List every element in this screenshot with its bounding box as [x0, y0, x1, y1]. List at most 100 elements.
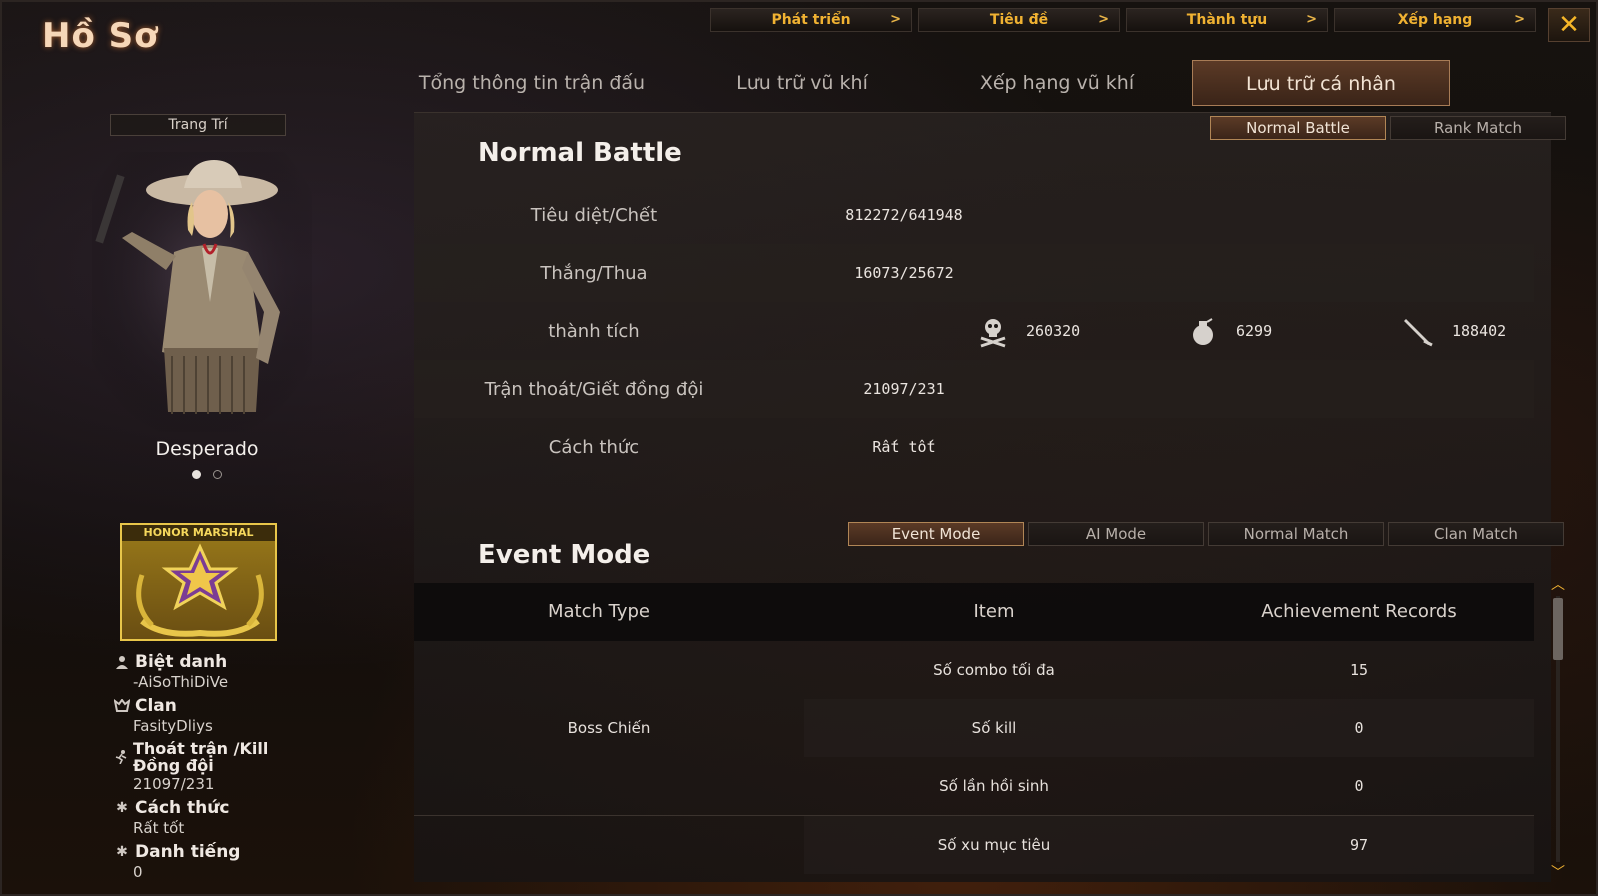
info-label: Cách thức	[135, 798, 230, 818]
carousel-dot[interactable]	[213, 470, 222, 479]
info-desert-kill: Thoát trận /Kill Đồng đội 21097/231	[114, 740, 304, 794]
clan-icon	[114, 698, 130, 714]
decorate-button[interactable]: Trang Trí	[110, 114, 286, 136]
info-value: 0	[133, 863, 143, 881]
stat-label: thành tích	[548, 320, 640, 342]
tab-personal-archive[interactable]: Lưu trữ cá nhân	[1192, 60, 1450, 106]
info-manner: ✱ Cách thức Rất tốt	[114, 798, 304, 838]
run-icon	[114, 749, 128, 765]
stat-label: Thắng/Thua	[540, 262, 648, 284]
stat-row-manner: Cách thức Rất tốt	[414, 418, 1534, 476]
tab-rank-match[interactable]: Rank Match	[1390, 116, 1566, 140]
carousel-dots	[192, 470, 222, 479]
achievement-knife: 188402	[1402, 314, 1506, 348]
chevron-right-icon: >	[1514, 12, 1525, 27]
item-cell: Số xu mục tiêu	[804, 816, 1184, 874]
grenade-icon	[1193, 318, 1213, 345]
stat-value: Rất tốt	[872, 438, 936, 456]
chevron-right-icon: >	[1306, 12, 1317, 27]
info-nickname: Biệt danh -AiSoThiDiVe	[114, 652, 304, 692]
stat-value: 21097/231	[863, 380, 945, 398]
gear-icon: ✱	[116, 800, 128, 816]
skull-icon	[980, 319, 1006, 348]
stat-row-desert-teamkill: Trận thoát/Giết đồng đội 21097/231	[414, 360, 1534, 418]
top-navigation: Phát triển > Tiêu đề > Thành tựu > Xếp h…	[710, 8, 1536, 32]
info-value: Rất tốt	[133, 819, 185, 837]
table-row: Số xu mục tiêu 97	[414, 816, 1534, 874]
gear-icon: ✱	[116, 844, 128, 860]
carousel-dot-active[interactable]	[192, 470, 201, 479]
tab-clan-match[interactable]: Clan Match	[1388, 522, 1564, 546]
stat-row-achievements: thành tích 260320 6299 188402	[414, 302, 1534, 360]
tab-event-mode[interactable]: Event Mode	[848, 522, 1024, 546]
chevron-right-icon: >	[890, 12, 901, 27]
rank-badge: HONOR MARSHAL	[120, 523, 277, 641]
event-table-header: Match Type Item Achievement Records	[414, 583, 1534, 641]
stat-label: Trận thoát/Giết đồng đội	[484, 378, 704, 400]
column-header-match-type: Match Type	[548, 601, 650, 622]
knife-icon	[1404, 319, 1433, 347]
item-cell: Số lần hồi sinh	[939, 777, 1049, 795]
info-value: 21097/231	[133, 775, 215, 793]
info-reputation: ✱ Danh tiếng 0	[114, 842, 304, 882]
chevron-right-icon: >	[1098, 12, 1109, 27]
stat-label: Tiêu diệt/Chết	[530, 204, 658, 226]
stat-row-kill-death: Tiêu diệt/Chết 812272/641948	[414, 186, 1534, 244]
nav-label: Xếp hạng	[1397, 12, 1473, 28]
close-icon: ✕	[1558, 10, 1580, 40]
character-name: Desperado	[155, 438, 259, 460]
achievement-value: 260320	[1026, 322, 1081, 340]
item-cell: Số kill	[804, 699, 1184, 757]
info-value: -AiSoThiDiVe	[133, 673, 229, 691]
nav-achievement-button[interactable]: Thành tựu >	[1126, 8, 1328, 32]
table-scrollbar[interactable]: ︿ ﹀	[1550, 578, 1566, 880]
normal-battle-title: Normal Battle	[478, 138, 682, 168]
window-title: Hồ Sơ	[42, 16, 159, 56]
event-mode-title: Event Mode	[478, 540, 651, 570]
stat-row-win-loss: Thắng/Thua 16073/25672	[414, 244, 1534, 302]
battle-mode-tabs: Normal Battle Rank Match	[1210, 116, 1566, 140]
main-tabs: Tổng thông tin trận đấu Lưu trữ vũ khí X…	[402, 60, 1462, 106]
tab-weapon-ranking[interactable]: Xếp hạng vũ khí	[942, 60, 1172, 106]
info-clan: Clan FasityDliys	[114, 696, 304, 736]
honor-marshal-emblem-icon	[136, 543, 264, 637]
user-icon	[114, 654, 130, 670]
table-row: Số lần hồi sinh 0	[414, 757, 1534, 815]
info-label: Thoát trận /Kill Đồng đội	[133, 739, 269, 775]
close-button[interactable]: ✕	[1548, 8, 1590, 42]
tab-normal-battle[interactable]: Normal Battle	[1210, 116, 1386, 140]
tab-ai-mode[interactable]: AI Mode	[1028, 522, 1204, 546]
info-value: FasityDliys	[133, 717, 213, 735]
profile-info-list: Biệt danh -AiSoThiDiVe Clan FasityDliys …	[114, 652, 304, 886]
achievement-grenade: 6299	[1186, 314, 1272, 348]
scroll-thumb[interactable]	[1553, 598, 1563, 660]
achievement-headshot: 260320	[976, 314, 1080, 348]
tab-match-summary[interactable]: Tổng thông tin trận đấu	[402, 60, 662, 106]
table-row: Số combo tối đa 15	[414, 641, 1534, 699]
nav-ranking-button[interactable]: Xếp hạng >	[1334, 8, 1536, 32]
achievement-value: 6299	[1236, 322, 1273, 340]
table-row: Số kill 0	[414, 699, 1534, 757]
tab-weapon-archive[interactable]: Lưu trữ vũ khí	[692, 60, 912, 106]
record-cell: 97	[1184, 816, 1534, 874]
item-cell: Số combo tối đa	[933, 661, 1055, 679]
event-mode-tabs: Event Mode AI Mode Normal Match Clan Mat…	[848, 522, 1564, 546]
stat-value: 16073/25672	[854, 264, 954, 282]
nav-label: Phát triển	[771, 12, 851, 28]
stat-value: 812272/641948	[845, 206, 963, 224]
nav-label: Thành tựu	[1186, 12, 1268, 28]
column-header-records: Achievement Records	[1261, 601, 1457, 622]
nav-development-button[interactable]: Phát triển >	[710, 8, 912, 32]
scroll-up-icon[interactable]: ︿	[1550, 578, 1566, 592]
nav-title-button[interactable]: Tiêu đề >	[918, 8, 1120, 32]
tab-normal-match[interactable]: Normal Match	[1208, 522, 1384, 546]
record-cell: 0	[1184, 699, 1534, 757]
stat-label: Cách thức	[548, 436, 640, 458]
profile-window: Hồ Sơ Phát triển > Tiêu đề > Thành tựu >…	[0, 0, 1598, 896]
achievement-value: 188402	[1452, 322, 1507, 340]
info-label: Danh tiếng	[135, 842, 241, 862]
scroll-down-icon[interactable]: ﹀	[1550, 866, 1566, 880]
info-label: Clan	[135, 696, 177, 716]
nav-label: Tiêu đề	[989, 12, 1049, 28]
character-portrait	[92, 152, 312, 432]
